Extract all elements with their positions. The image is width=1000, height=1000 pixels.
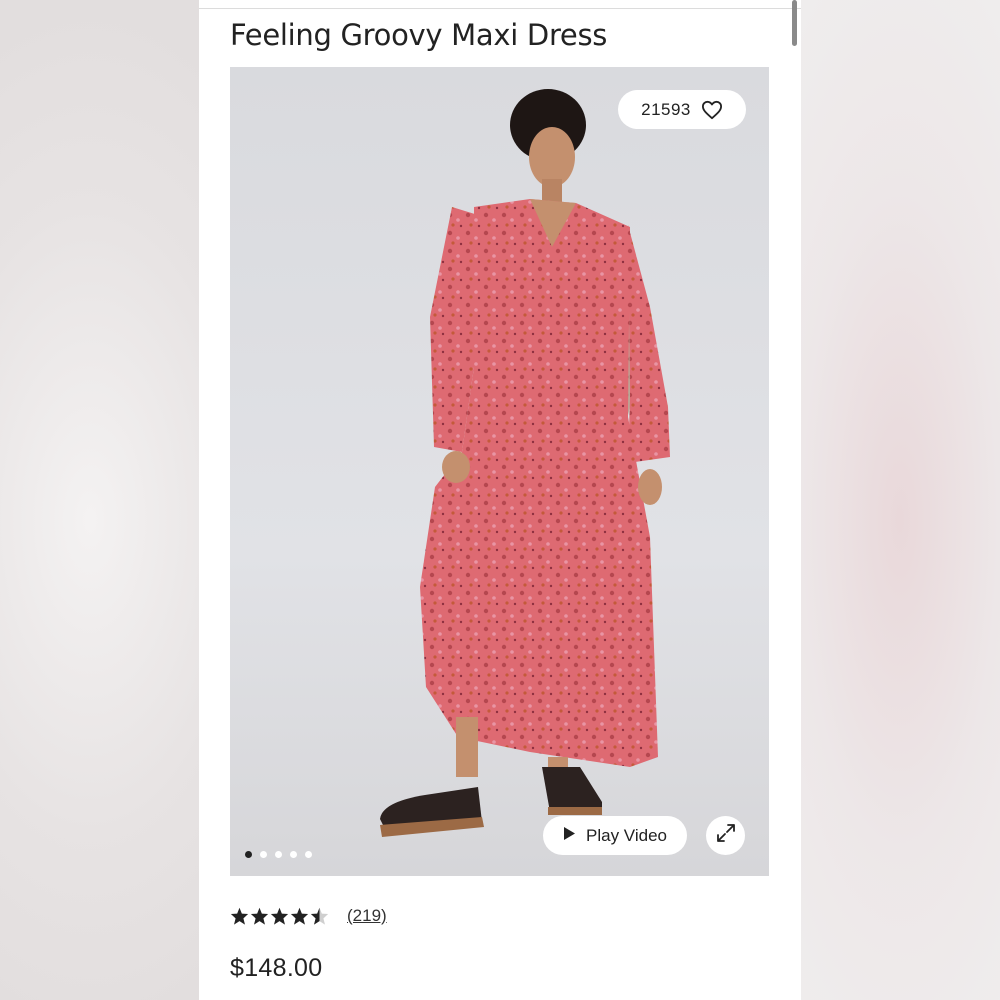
- gallery-dot-4[interactable]: [290, 851, 297, 858]
- product-title: Feeling Groovy Maxi Dress: [230, 18, 608, 52]
- gallery-pagination: [245, 851, 312, 858]
- favorite-button[interactable]: 21593: [618, 90, 746, 129]
- star-icon: [250, 907, 269, 925]
- scrollbar-thumb[interactable]: [792, 0, 797, 46]
- favorites-count: 21593: [641, 99, 691, 119]
- play-video-label: Play Video: [586, 825, 667, 845]
- expand-image-button[interactable]: [706, 816, 745, 855]
- gallery-dot-2[interactable]: [260, 851, 267, 858]
- product-screen: Feeling Groovy Maxi Dress 21593 Play Vid…: [199, 0, 801, 1000]
- product-photo: [230, 67, 769, 876]
- star-rating: [230, 907, 329, 925]
- gallery-dot-5[interactable]: [305, 851, 312, 858]
- star-icon: [290, 907, 309, 925]
- star-half-icon: [310, 907, 329, 925]
- product-price: $148.00: [230, 954, 323, 982]
- gallery-dot-3[interactable]: [275, 851, 282, 858]
- header-divider: [199, 8, 801, 9]
- star-icon: [270, 907, 289, 925]
- play-triangle-icon: [563, 826, 576, 846]
- star-icon: [230, 907, 249, 925]
- heart-outline-icon: [701, 100, 723, 120]
- gallery-dot-1[interactable]: [245, 851, 252, 858]
- play-video-button[interactable]: Play Video: [543, 816, 687, 855]
- expand-arrows-icon: [716, 823, 736, 848]
- backdrop-glow: [800, 0, 1000, 1000]
- product-image-gallery[interactable]: 21593 Play Video: [230, 67, 769, 876]
- review-count-link[interactable]: (219): [347, 906, 387, 926]
- rating-row: (219): [230, 906, 387, 926]
